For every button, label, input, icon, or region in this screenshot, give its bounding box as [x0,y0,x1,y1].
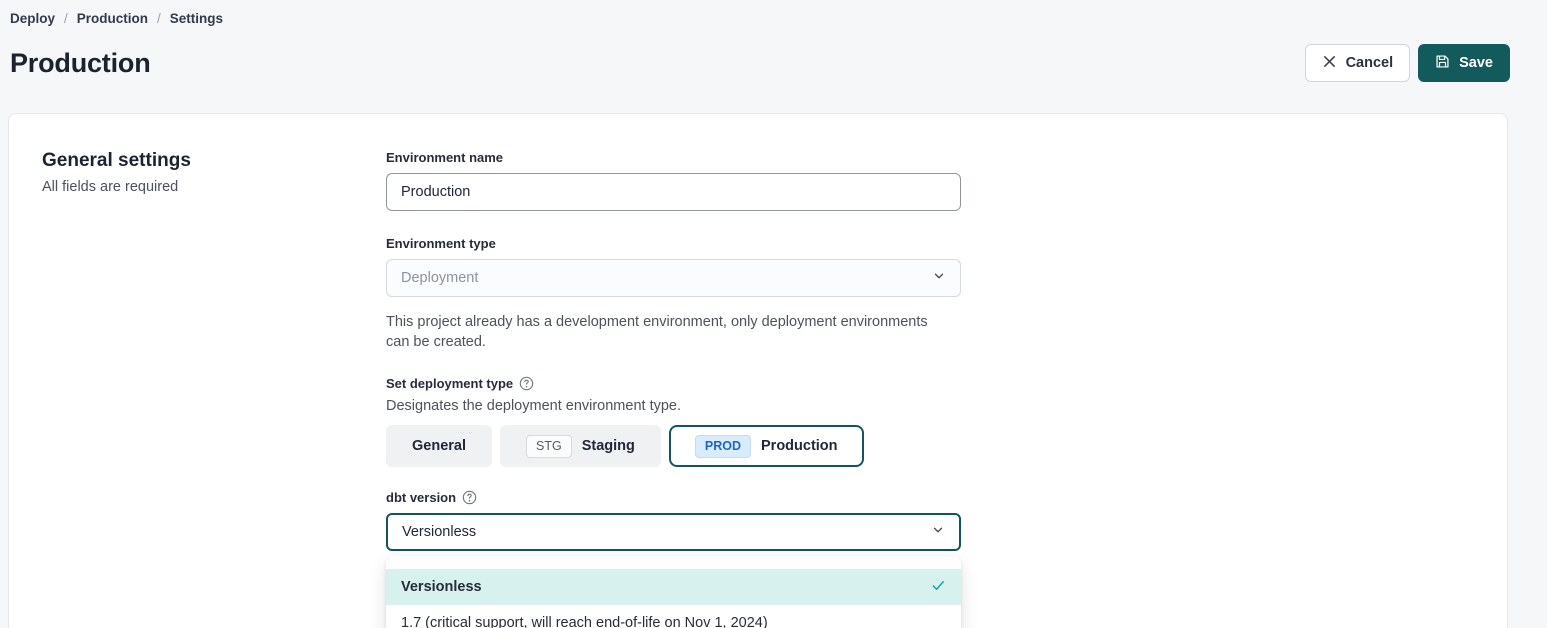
dbt-version-dropdown: Versionless 1.7 (critical support, will … [386,556,961,628]
environment-name-field: Environment name [386,150,961,211]
deployment-type-general-label: General [412,438,466,454]
breadcrumb: Deploy / Production / Settings [10,10,1510,26]
staging-badge: STG [526,435,572,458]
environment-type-label: Environment type [386,236,961,251]
deployment-type-label-row: Set deployment type [386,376,961,391]
chevron-down-icon [932,269,946,287]
deployment-type-label: Set deployment type [386,376,513,391]
deployment-type-field: Set deployment type Designates the deplo… [386,376,961,467]
dbt-version-value: Versionless [402,524,476,540]
breadcrumb-settings[interactable]: Settings [170,11,223,26]
save-floppy-icon [1435,54,1450,73]
breadcrumb-separator: / [64,11,68,26]
deployment-type-description: Designates the deployment environment ty… [386,398,961,414]
dropdown-option-label: Versionless [401,579,482,595]
page-title: Production [10,48,151,79]
dbt-version-label: dbt version [386,490,456,505]
settings-section-intro: General settings All fields are required [42,150,386,612]
dropdown-option-label: 1.7 (critical support, will reach end-of… [401,615,768,628]
environment-type-field: Environment type Deployment This project… [386,236,961,352]
breadcrumb-separator: / [157,11,161,26]
chevron-down-icon [931,523,945,541]
deployment-type-production-label: Production [761,438,838,454]
deployment-type-general-button[interactable]: General [386,425,492,467]
cancel-button[interactable]: Cancel [1305,44,1411,82]
deployment-type-button-group: General STG Staging PROD Production [386,425,961,467]
close-icon [1322,54,1337,73]
settings-form: Environment name Environment type Deploy… [386,150,961,612]
deployment-type-staging-button[interactable]: STG Staging [500,425,661,467]
help-circle-icon[interactable] [462,490,477,505]
environment-type-value: Deployment [401,270,478,286]
top-bar: Deploy / Production / Settings Productio… [0,0,1547,82]
cancel-button-label: Cancel [1346,55,1394,71]
check-icon [931,578,946,597]
help-circle-icon[interactable] [519,376,534,391]
section-subheading: All fields are required [42,179,386,195]
environment-type-helper: This project already has a development e… [386,312,932,352]
breadcrumb-deploy[interactable]: Deploy [10,11,55,26]
save-button-label: Save [1459,55,1493,71]
prod-badge: PROD [695,435,751,458]
dbt-version-field: dbt version Versionless Versionless [386,490,961,551]
page-header: Production Cancel Save [10,44,1510,82]
dropdown-option-versionless[interactable]: Versionless [386,569,961,605]
deployment-type-production-button[interactable]: PROD Production [669,425,864,467]
header-actions: Cancel Save [1305,44,1510,82]
environment-type-select[interactable]: Deployment [386,259,961,297]
dbt-version-label-row: dbt version [386,490,961,505]
deployment-type-staging-label: Staging [582,438,635,454]
environment-name-label: Environment name [386,150,961,165]
dbt-version-select[interactable]: Versionless [386,513,961,551]
breadcrumb-production[interactable]: Production [77,11,148,26]
section-heading: General settings [42,150,386,172]
save-button[interactable]: Save [1418,44,1510,82]
general-settings-card: General settings All fields are required… [8,113,1508,628]
dropdown-option-1-7[interactable]: 1.7 (critical support, will reach end-of… [386,605,961,628]
environment-name-input[interactable] [386,173,961,211]
